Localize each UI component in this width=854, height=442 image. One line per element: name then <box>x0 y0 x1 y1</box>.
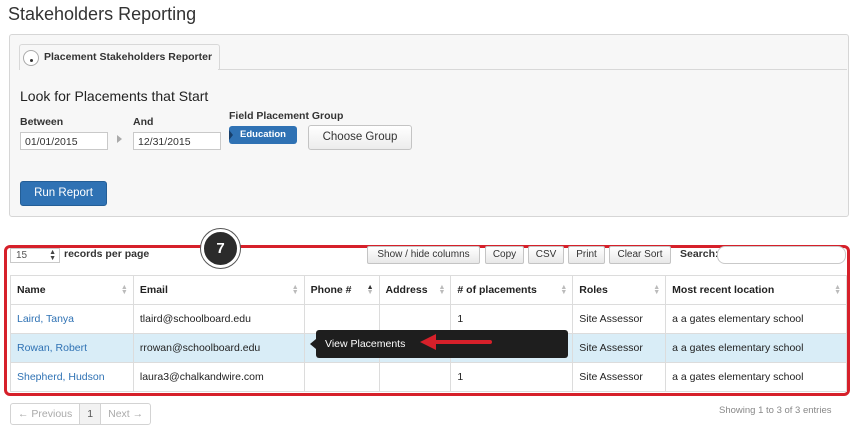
table-row: Shepherd, Hudson laura3@chalkandwire.com… <box>10 362 847 392</box>
row-email: laura3@chalkandwire.com <box>132 362 305 392</box>
pagination: ← Previous 1 Next → <box>10 403 152 425</box>
column-header-email[interactable]: Email ▲ ▼ <box>132 275 305 305</box>
tab-placement-stakeholders-reporter[interactable]: Placement Stakeholders Reporter <box>19 44 220 70</box>
annotation-arrow-icon <box>420 334 492 350</box>
column-header-label: Email <box>139 284 168 296</box>
select-spinner-icon: ▲ ▼ <box>49 249 56 262</box>
column-header-label: Most recent location <box>672 284 775 296</box>
step-number-badge: 7 <box>201 229 240 268</box>
next-page-button[interactable]: Next → <box>101 404 150 424</box>
report-panel: Placement Stakeholders Reporter Look for… <box>9 34 849 217</box>
section-heading: Look for Placements that Start <box>20 88 209 104</box>
row-name-link[interactable]: Rowan, Robert <box>10 333 134 363</box>
sort-icon: ▲ ▼ <box>560 284 568 296</box>
choose-group-button[interactable]: Choose Group <box>308 125 412 150</box>
sort-icon: ▲ ▼ <box>291 284 299 296</box>
row-roles: Site Assessor <box>572 362 667 392</box>
end-date-input[interactable]: 12/31/2015 <box>133 132 221 150</box>
show-hide-columns-button[interactable]: Show / hide columns <box>367 246 480 264</box>
row-phone <box>303 362 380 392</box>
tab-label: Placement Stakeholders Reporter <box>44 51 213 63</box>
column-header-phone[interactable]: Phone # ▲ ▼ <box>303 275 380 305</box>
row-email: rrowan@schoolboard.edu <box>132 333 305 363</box>
column-header-label: # of placements <box>457 284 537 296</box>
column-header-label: Roles <box>579 284 608 296</box>
entries-info: Showing 1 to 3 of 3 entries <box>719 405 832 416</box>
row-location: a a gates elementary school <box>665 304 847 334</box>
print-button[interactable]: Print <box>568 246 605 264</box>
between-label: Between <box>20 116 64 128</box>
column-header-label: Name <box>17 284 46 296</box>
tab-divider <box>218 69 847 70</box>
sort-icon: ▲ ▼ <box>653 284 661 296</box>
records-per-page-label: records per page <box>64 248 150 260</box>
row-address <box>378 362 452 392</box>
column-header-label: Address <box>385 284 428 296</box>
csv-button[interactable]: CSV <box>528 246 564 264</box>
page-number-button[interactable]: 1 <box>80 404 102 424</box>
previous-page-button[interactable]: ← Previous <box>11 404 81 424</box>
column-header-label: Phone # <box>310 284 352 296</box>
row-location: a a gates elementary school <box>665 333 847 363</box>
row-roles: Site Assessor <box>572 304 667 334</box>
run-report-button[interactable]: Run Report <box>20 181 107 206</box>
copy-button[interactable]: Copy <box>485 246 524 264</box>
search-input[interactable] <box>717 246 846 264</box>
column-header-name[interactable]: Name ▲ ▼ <box>10 275 134 305</box>
sort-icon: ▲ ▼ <box>438 284 446 296</box>
row-roles: Site Assessor <box>572 333 667 363</box>
range-arrow-icon <box>117 135 122 143</box>
clear-sort-button[interactable]: Clear Sort <box>609 246 671 264</box>
row-placements[interactable]: 1 <box>450 362 574 392</box>
records-per-page-select[interactable]: 15 ▲ ▼ <box>10 248 60 263</box>
sort-ascending-icon: ▲ ▼ <box>366 284 374 296</box>
group-tag-education[interactable]: Education <box>229 126 297 144</box>
start-date-input[interactable]: 01/01/2015 <box>20 132 108 150</box>
search-label: Search: <box>680 248 719 260</box>
row-location: a a gates elementary school <box>665 362 847 392</box>
column-header-roles[interactable]: Roles ▲ ▼ <box>572 275 667 305</box>
sort-icon: ▲ ▼ <box>834 284 841 296</box>
tab-radio-icon <box>23 50 39 66</box>
page-title: Stakeholders Reporting <box>8 4 197 24</box>
row-email: tlaird@schoolboard.edu <box>132 304 305 334</box>
column-header-address[interactable]: Address ▲ ▼ <box>378 275 452 305</box>
records-per-page-value: 15 <box>16 250 28 261</box>
and-label: And <box>133 116 154 128</box>
row-name-link[interactable]: Shepherd, Hudson <box>10 362 134 392</box>
row-name-link[interactable]: Laird, Tanya <box>10 304 134 334</box>
table-header-row: Name ▲ ▼ Email ▲ ▼ Phone # ▲ ▼ Address ▲ ▼ # of … <box>10 275 847 305</box>
sort-icon: ▲ ▼ <box>120 284 128 296</box>
column-header-placements[interactable]: # of placements ▲ ▼ <box>450 275 574 305</box>
field-placement-group-label: Field Placement Group <box>229 110 344 122</box>
column-header-location[interactable]: Most recent location ▲ ▼ <box>665 275 847 305</box>
